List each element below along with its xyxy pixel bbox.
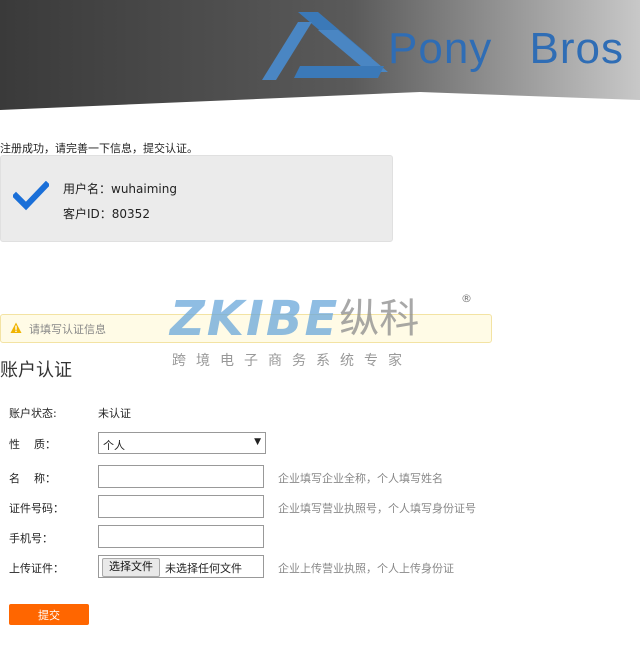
upload-hint: 企业上传营业执照，个人上传身份证	[278, 562, 454, 575]
username-line: 用户名：wuhaiming	[63, 182, 177, 196]
name-hint: 企业填写企业全称，个人填写姓名	[278, 472, 443, 485]
nature-select[interactable]: 个人 ▼	[98, 432, 266, 454]
checkmark-icon	[13, 181, 49, 211]
status-value: 未认证	[98, 407, 131, 420]
chevron-down-icon: ▼	[254, 437, 261, 447]
brand-name: Pony Bros	[388, 24, 624, 73]
header-banner: Pony Bros	[0, 0, 640, 112]
warning-icon	[10, 322, 22, 333]
id-number-label: 证件号码：	[9, 502, 64, 515]
notice-text: 请填写认证信息	[29, 323, 106, 336]
id-number-hint: 企业填写营业执照号，个人填写身份证号	[278, 502, 476, 515]
account-info-box: 用户名：wuhaiming 客户ID：80352	[0, 155, 393, 242]
upload-label: 上传证件：	[9, 562, 64, 575]
customer-id-line: 客户ID：80352	[63, 207, 150, 221]
status-label: 账户状态:	[9, 407, 57, 420]
name-input[interactable]	[98, 465, 264, 488]
registration-success-message: 注册成功，请完善一下信息，提交认证。	[0, 142, 198, 155]
choose-file-button[interactable]: 选择文件	[102, 558, 160, 577]
phone-input[interactable]	[98, 525, 264, 548]
file-upload-field[interactable]: 选择文件 未选择任何文件	[98, 555, 264, 578]
watermark-subtitle: 跨境电子商务系统专家	[172, 353, 412, 369]
nature-label: 性 质：	[9, 438, 56, 451]
id-number-input[interactable]	[98, 495, 264, 518]
watermark-registered-mark: ®	[461, 292, 472, 305]
phone-label: 手机号：	[9, 532, 53, 545]
nature-selected-value: 个人	[103, 439, 125, 452]
page-title: 账户认证	[0, 360, 72, 381]
submit-button[interactable]: 提交	[9, 604, 89, 625]
verification-notice: 请填写认证信息	[0, 314, 492, 343]
name-label: 名 称：	[9, 472, 56, 485]
file-status-text: 未选择任何文件	[165, 562, 242, 575]
